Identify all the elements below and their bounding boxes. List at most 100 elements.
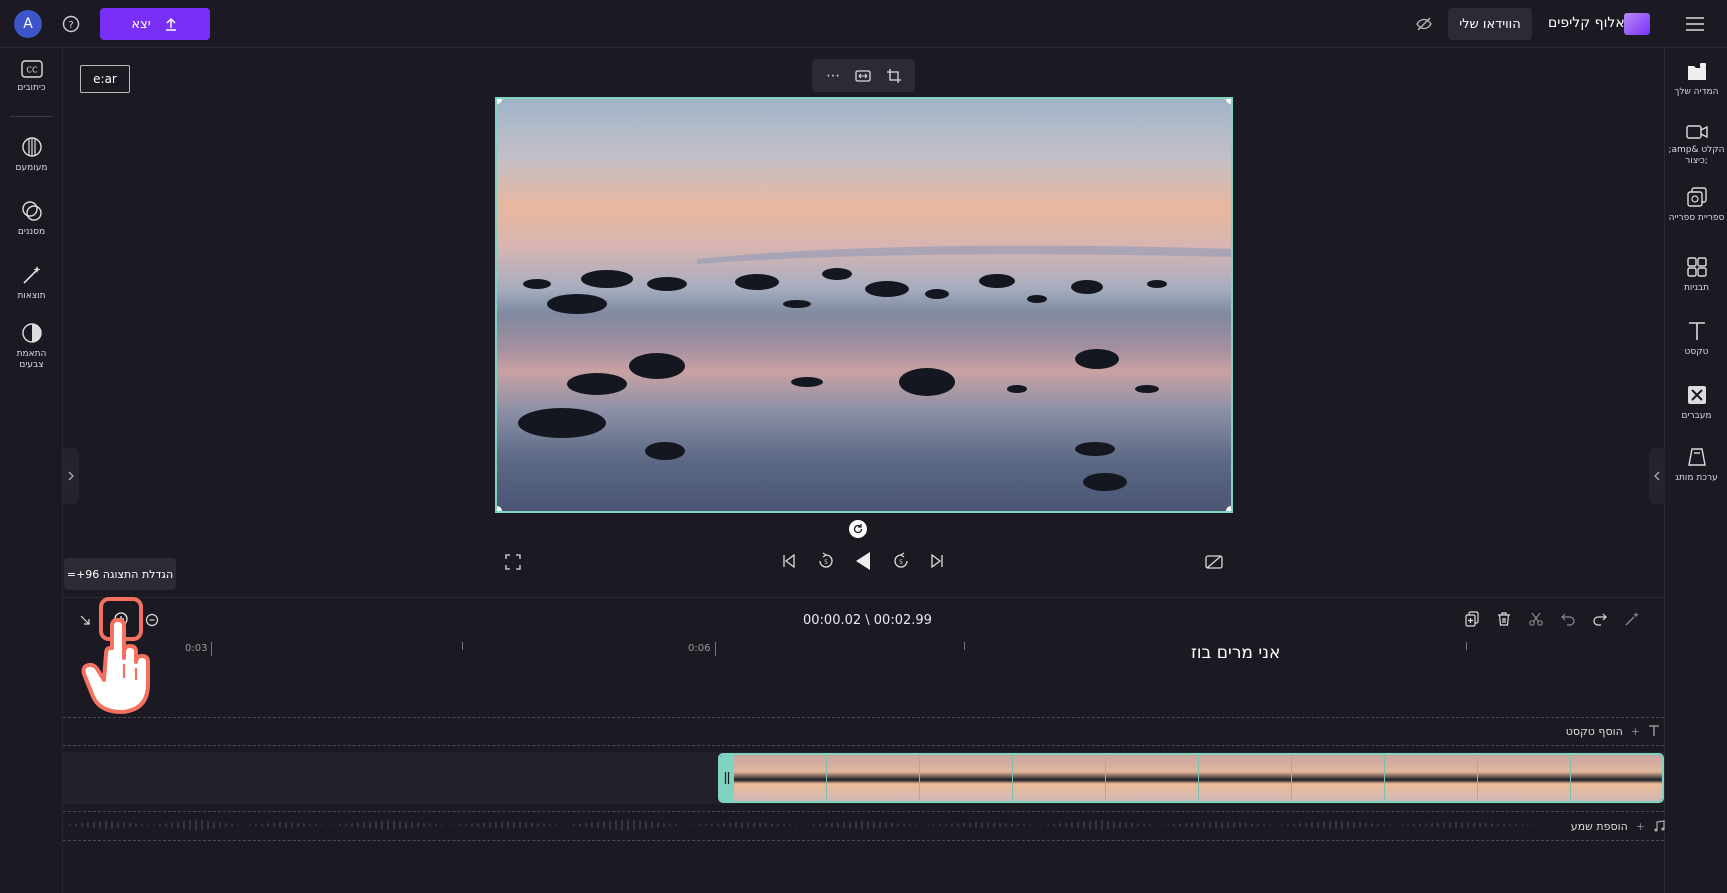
svg-text:?: ?	[68, 20, 73, 31]
pointer-hand-icon	[80, 618, 152, 720]
redo-icon[interactable]	[1590, 609, 1610, 629]
sidebar-item-filters[interactable]: מסננים	[0, 200, 63, 238]
transitions-icon	[1687, 386, 1706, 404]
cut-icon[interactable]	[1526, 609, 1546, 629]
top-bar: A ? יצא הווידאו שלי אלוף קליפים	[0, 0, 1727, 48]
duplicate-icon[interactable]	[1462, 609, 1482, 629]
sidebar-item-library[interactable]: ספריית ספרייה	[1665, 186, 1727, 224]
aspect-ratio-button[interactable]: e:ar	[80, 65, 130, 93]
resize-handle[interactable]	[1226, 99, 1231, 104]
sidebar-item-label: מעברים	[1681, 411, 1712, 421]
track-divider	[63, 717, 1664, 718]
video-preview[interactable]	[495, 97, 1233, 513]
resize-handle[interactable]	[497, 506, 502, 511]
filters-icon	[21, 201, 42, 221]
sidebar-item-label: התאמת צבעים	[16, 349, 47, 370]
text-icon	[1688, 322, 1705, 340]
hide-preview-icon[interactable]	[1203, 551, 1225, 573]
sidebar-item-brand-kit[interactable]: ערכת מותג	[1665, 446, 1727, 484]
chevron-left-icon	[1654, 471, 1660, 481]
forward-5-icon[interactable]: 5	[890, 550, 912, 572]
skip-back-icon[interactable]	[778, 550, 800, 572]
add-text-track[interactable]: הוסף טקסט +	[1555, 722, 1660, 740]
clip-trim-handle[interactable]	[720, 755, 734, 801]
more-icon[interactable]: ⋯	[822, 65, 844, 87]
fit-icon[interactable]	[852, 65, 874, 87]
ruler-tick	[964, 642, 965, 650]
sidebar-item-color-adjust[interactable]: התאמת צבעים	[0, 322, 63, 371]
sidebar-item-transitions[interactable]: מעברים	[1665, 384, 1727, 422]
export-button[interactable]: יצא	[100, 8, 210, 40]
chevron-right-icon	[68, 471, 74, 481]
sidebar-item-label: כיתובים	[17, 83, 46, 93]
sidebar-divider	[10, 116, 53, 117]
text-icon	[1649, 725, 1659, 736]
rocks-scene	[518, 245, 1231, 491]
rewind-5-icon[interactable]: 5	[815, 550, 837, 572]
fullscreen-icon[interactable]	[502, 551, 524, 573]
app-title: אלוף קליפים	[1548, 15, 1625, 31]
clip-frame	[1199, 755, 1292, 801]
hide-icon[interactable]	[1412, 12, 1436, 36]
undo-icon[interactable]	[1558, 609, 1578, 629]
clip-frame	[1292, 755, 1385, 801]
sidebar-item-label: המדיה שלך	[1674, 87, 1719, 97]
sidebar-item-label: ספריית ספרייה	[1668, 213, 1725, 223]
sidebar-item-label: ערכת מותג	[1675, 473, 1718, 483]
sidebar-item-captions[interactable]: CC כיתובים	[0, 60, 63, 94]
video-clip[interactable]	[718, 753, 1664, 803]
skip-forward-icon[interactable]	[926, 550, 948, 572]
collapse-left-handle[interactable]	[63, 448, 79, 504]
rotate-icon[interactable]	[849, 520, 867, 538]
upload-icon	[165, 17, 176, 31]
menu-icon[interactable]	[1685, 15, 1705, 33]
my-video-button[interactable]: הווידאו שלי	[1448, 8, 1532, 40]
export-label: יצא	[131, 16, 151, 32]
clip-frame	[734, 755, 827, 801]
sidebar-item-templates[interactable]: תבניות	[1665, 256, 1727, 294]
clip-frame	[1478, 755, 1571, 801]
ruler-tick	[1466, 642, 1467, 650]
playback-controls: 5 5	[778, 548, 948, 574]
track-divider	[63, 745, 1664, 746]
timeline-title: אני מרים בוז	[1191, 643, 1281, 663]
record-icon	[1685, 125, 1708, 139]
clip-frame	[1385, 755, 1478, 801]
templates-icon	[1686, 257, 1707, 277]
sidebar-item-text[interactable]: טקסט	[1665, 320, 1727, 358]
sidebar-item-fade[interactable]: מעומעם	[0, 136, 63, 174]
svg-text:5: 5	[824, 559, 828, 566]
clip-frame	[1571, 755, 1662, 801]
clip-thumbnails	[734, 755, 1662, 801]
play-icon[interactable]	[851, 549, 875, 573]
sidebar-item-media[interactable]: המדיה שלך	[1665, 62, 1727, 98]
time-readout: 00:00.02 \ 00:02.99	[803, 613, 932, 628]
sidebar-item-record[interactable]: הקלט &amp; ;כיצור	[1665, 124, 1727, 167]
sidebar-item-label: מעומעם	[15, 163, 48, 173]
right-sidebar: המדיה שלך הקלט &amp; ;כיצור ספריית ספריי…	[1649, 48, 1727, 893]
magic-icon[interactable]	[1622, 609, 1642, 629]
help-icon[interactable]: ?	[60, 13, 82, 35]
crop-icon[interactable]	[883, 65, 905, 87]
left-sidebar: CC כיתובים מעומעם מסננים תוצאות התאמת צב…	[0, 48, 79, 893]
sidebar-item-effects[interactable]: תוצאות	[0, 264, 63, 302]
ruler-label: 0:03	[185, 643, 208, 654]
sidebar-item-label: תוצאות	[17, 291, 46, 301]
svg-text:5: 5	[899, 559, 903, 566]
collapse-right-handle[interactable]	[1649, 448, 1665, 504]
clip-frame	[920, 755, 1013, 801]
ruler-label: 0:06	[688, 643, 711, 654]
add-audio-track[interactable]: הוספת שמע +	[1555, 817, 1665, 835]
add-audio-label: הוספת שמע	[1570, 819, 1628, 833]
brand-kit-icon	[1687, 448, 1706, 466]
clip-frame	[1106, 755, 1199, 801]
add-text-label: הוסף טקסט	[1565, 724, 1623, 738]
clip-frame	[827, 755, 920, 801]
delete-icon[interactable]	[1494, 609, 1514, 629]
resize-handle[interactable]	[1226, 506, 1231, 511]
ruler-tick	[211, 642, 212, 656]
avatar[interactable]: A	[14, 10, 42, 38]
zoom-tooltip: הגדלת התצוגה 96+=	[64, 558, 176, 590]
timeline-toolbar	[1462, 607, 1642, 631]
sidebar-item-label: הקלט &amp; ;כיצור	[1668, 145, 1725, 166]
